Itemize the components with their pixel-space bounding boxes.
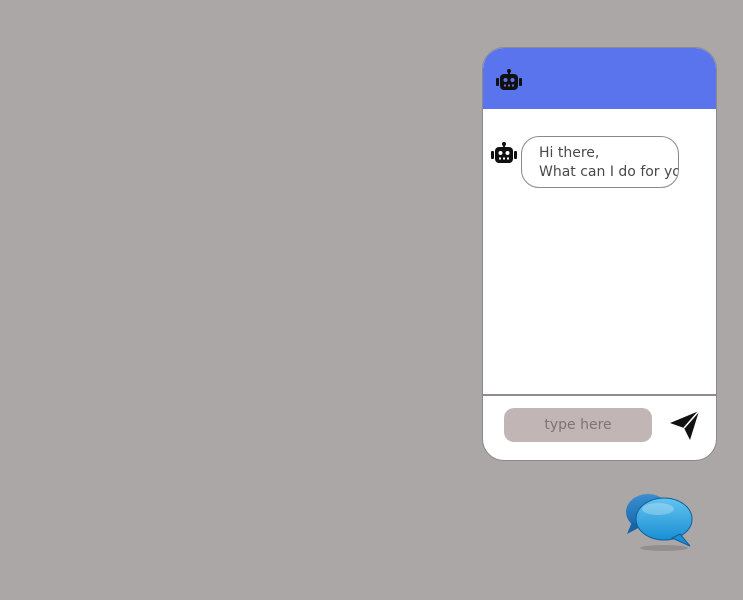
message-line: What can I do for you xyxy=(539,164,679,180)
page: Hi there, What can I do for you xyxy=(0,0,743,600)
chat-window: Hi there, What can I do for you xyxy=(482,47,717,461)
paper-plane-icon[interactable] xyxy=(668,408,702,442)
chat-bubbles-icon[interactable] xyxy=(624,490,696,552)
chat-messages: Hi there, What can I do for you xyxy=(483,109,716,394)
robot-icon xyxy=(496,69,522,90)
robot-icon xyxy=(491,142,517,163)
message-line: Hi there, xyxy=(539,145,600,161)
chat-header xyxy=(483,48,716,109)
bot-message-bubble: Hi there, What can I do for you xyxy=(521,136,679,188)
input-area xyxy=(483,396,716,460)
message-input[interactable] xyxy=(504,408,652,442)
